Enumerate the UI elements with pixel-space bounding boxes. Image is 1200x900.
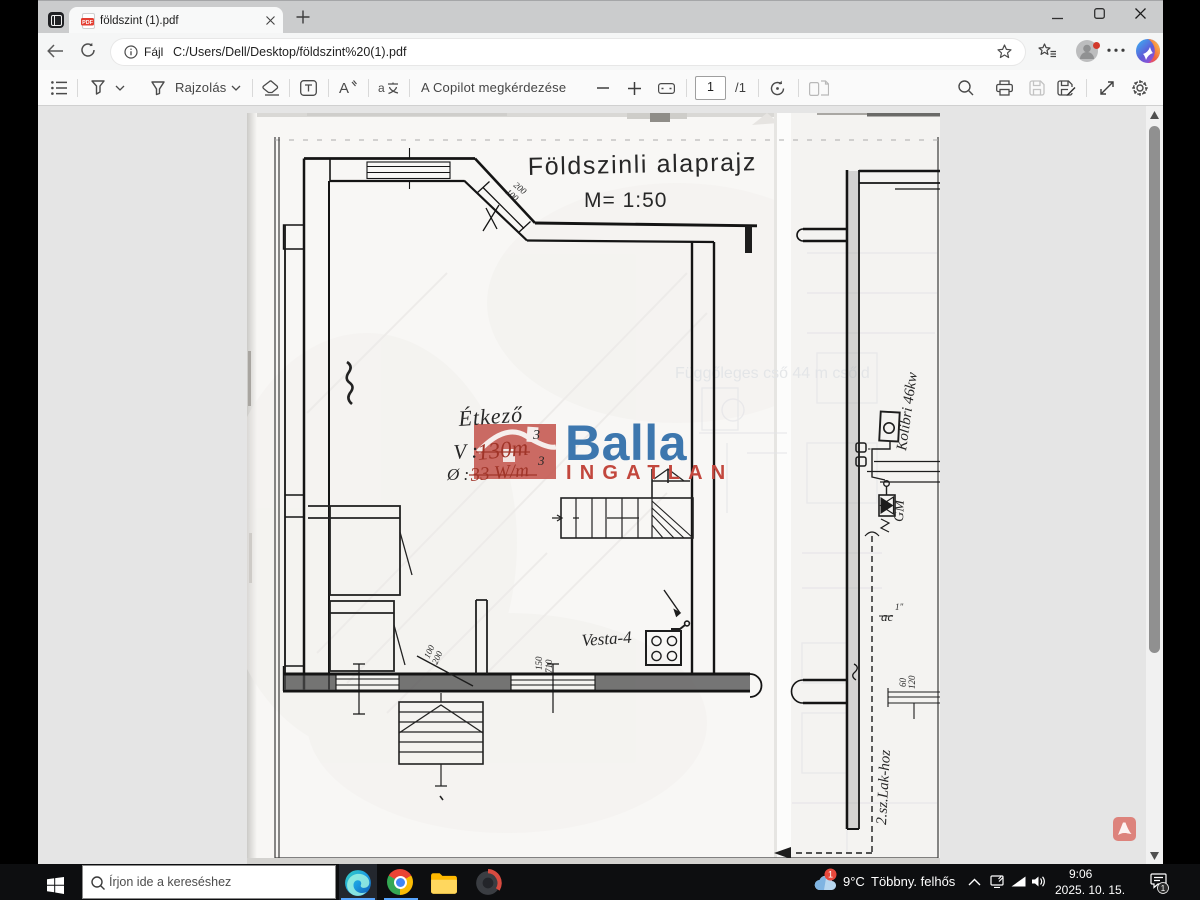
svg-text:M= 1:50: M= 1:50 (584, 189, 667, 212)
svg-text:33 W/m: 33 W/m (469, 460, 530, 486)
svg-text:1: 1 (1161, 884, 1166, 893)
svg-text:PDF: PDF (82, 20, 93, 26)
svg-text:1: 1 (828, 870, 833, 880)
svg-text:INGATLAN: INGATLAN (566, 462, 733, 484)
svg-text:3: 3 (537, 453, 545, 468)
svg-text:1": 1" (895, 602, 904, 612)
svg-text:150: 150 (534, 656, 544, 670)
svg-text:120: 120 (907, 675, 917, 689)
svg-text:Függőleges cső 44 m csőid: Függőleges cső 44 m csőid (675, 365, 870, 382)
svg-text:GM: GM (892, 499, 908, 523)
svg-text:Földszinli alaprajz: Földszinli alaprajz (528, 148, 758, 181)
svg-text:Ø :: Ø : (446, 465, 469, 484)
svg-text:Vesta-4: Vesta-4 (581, 628, 633, 650)
svg-text:Étkező: Étkező (457, 402, 524, 432)
svg-text:3: 3 (532, 428, 540, 443)
svg-text:710: 710 (544, 659, 554, 673)
svg-text:V :: V : (453, 438, 479, 464)
svg-text:a: a (378, 81, 385, 95)
svg-text:A: A (339, 80, 349, 96)
